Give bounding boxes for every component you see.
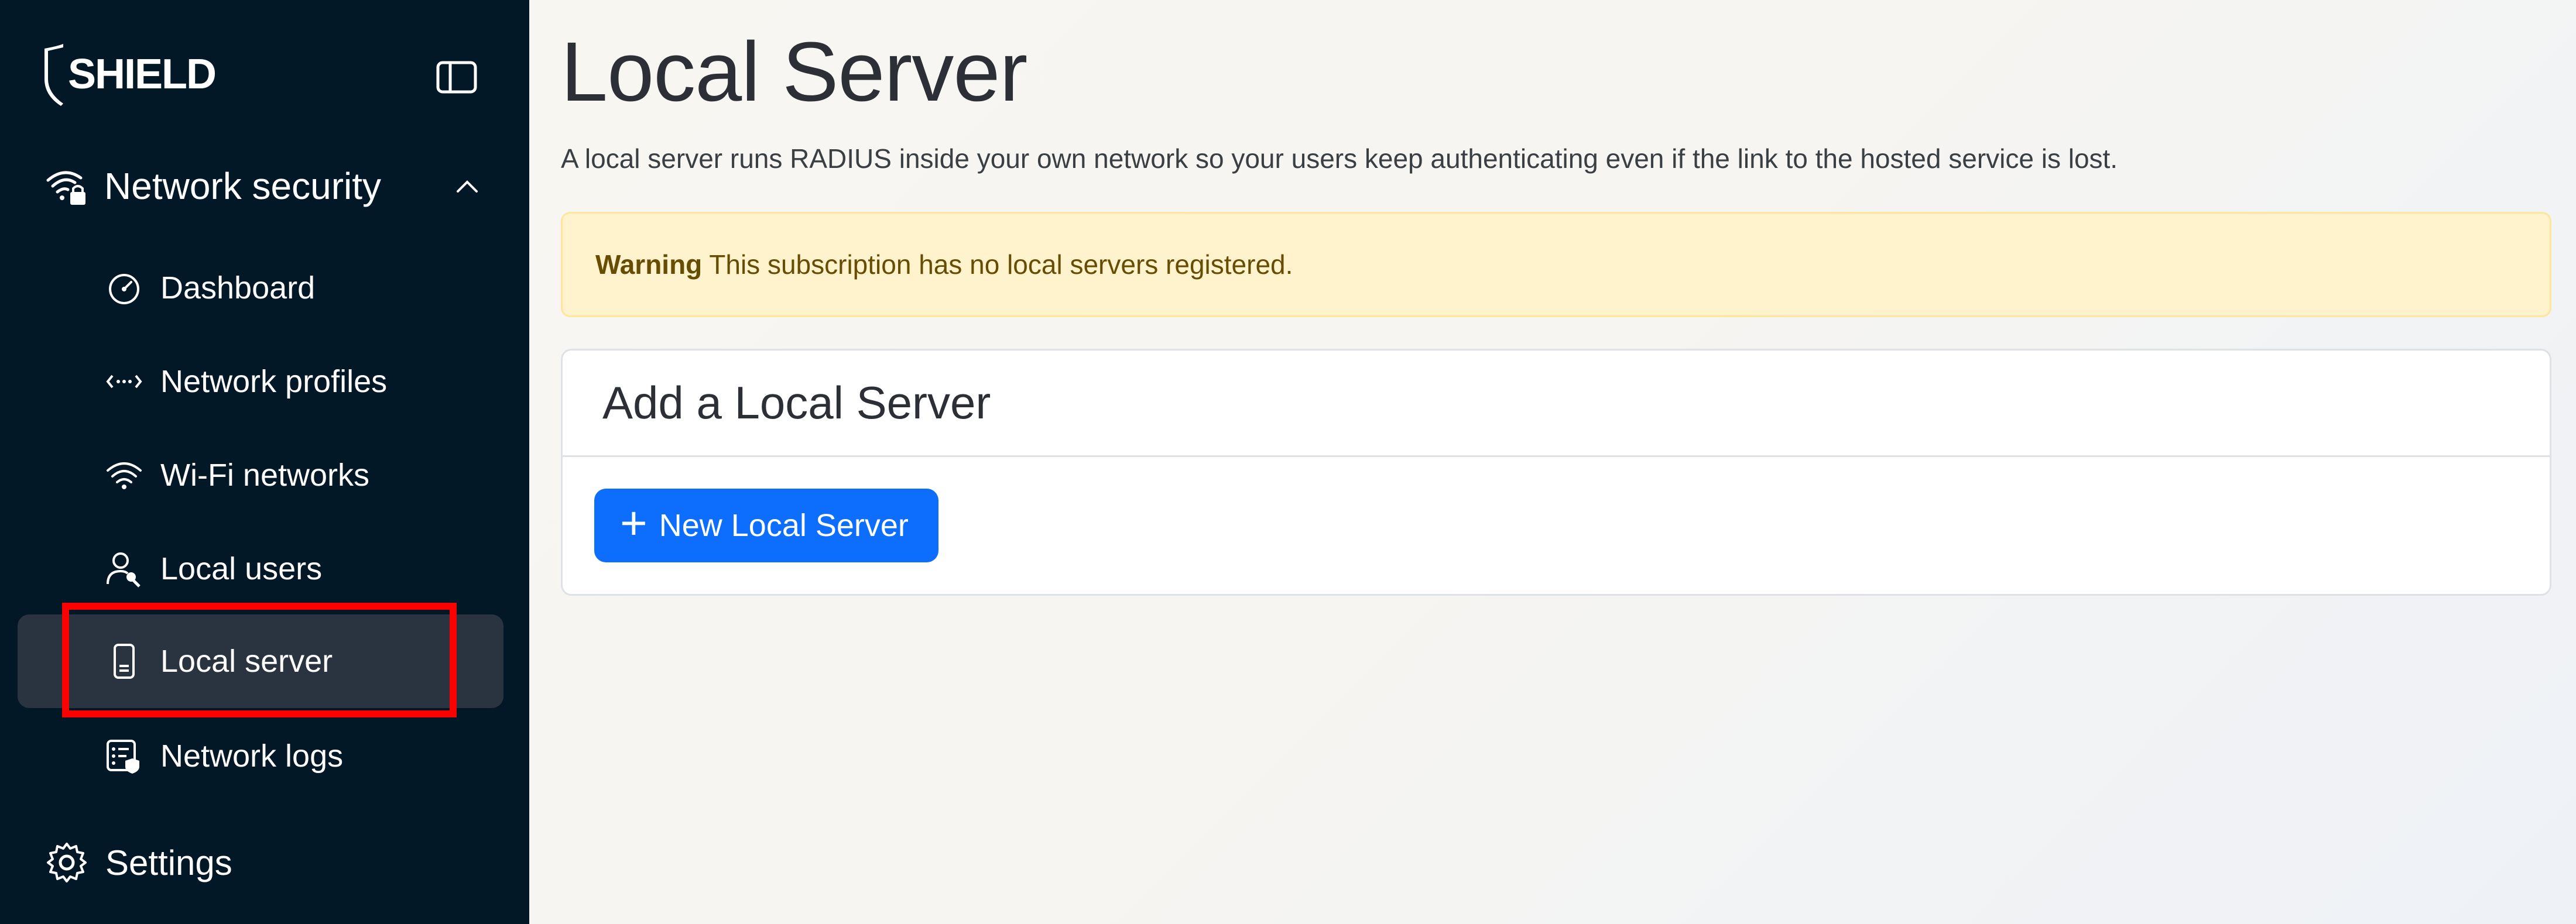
server-phone-icon <box>105 643 143 680</box>
sidebar-item-dashboard[interactable]: Dashboard <box>18 241 503 335</box>
card-title: Add a Local Server <box>602 377 991 428</box>
user-key-icon <box>105 550 143 588</box>
page-description: A local server runs RADIUS inside your o… <box>561 143 2118 174</box>
sidebar-toggle-icon <box>436 61 477 94</box>
alert-message: This subscription has no local servers r… <box>709 249 1293 280</box>
log-list-icon <box>105 737 143 775</box>
chevron-up-icon <box>457 180 478 193</box>
main-content: Local Server A local server runs RADIUS … <box>529 0 2576 924</box>
gear-icon <box>47 843 87 882</box>
wifi-icon <box>105 456 143 494</box>
alert-title: Warning <box>595 249 703 280</box>
button-label: New Local Server <box>659 508 909 543</box>
sidebar-item-settings[interactable]: Settings <box>46 833 232 892</box>
sidebar-item-label: Network logs <box>160 738 344 774</box>
brand-name: SHIELD <box>68 51 217 98</box>
sidebar-item-network-profiles[interactable]: Network profiles <box>18 335 503 428</box>
sidebar-item-label: Local users <box>160 551 323 586</box>
add-local-server-card: Add a Local Server + New Local Server <box>561 349 2551 596</box>
card-header: Add a Local Server <box>563 351 2550 457</box>
wifi-lock-icon <box>46 171 85 205</box>
sidebar-item-network-logs[interactable]: Network logs <box>18 709 503 803</box>
warning-alert: Warning This subscription has no local s… <box>561 212 2551 317</box>
sidebar-item-local-server[interactable]: Local server <box>18 614 503 708</box>
sidebar-item-local-users[interactable]: Local users <box>18 522 503 616</box>
sidebar-toggle-button[interactable] <box>434 59 479 96</box>
plus-icon: + <box>620 497 648 549</box>
sidebar-item-label: Local server <box>160 644 333 679</box>
new-local-server-button[interactable]: + New Local Server <box>594 489 938 562</box>
sidebar-item-label: Dashboard <box>160 270 316 305</box>
sidebar-item-wifi-networks[interactable]: Wi-Fi networks <box>18 428 503 522</box>
speedometer-icon <box>105 269 143 307</box>
nav-group-network-security[interactable]: Network security <box>46 158 479 214</box>
page-title: Local Server <box>561 25 1027 119</box>
brand-logo[interactable]: SHIELD <box>40 42 217 107</box>
settings-label: Settings <box>105 843 232 882</box>
nav-group-label: Network security <box>104 165 381 207</box>
dots-arrows-icon <box>105 363 143 400</box>
sidebar: SHIELD Network security Dashboard Networ… <box>0 0 529 924</box>
sidebar-item-label: Network profiles <box>160 364 388 399</box>
sidebar-item-label: Wi-Fi networks <box>160 458 370 493</box>
